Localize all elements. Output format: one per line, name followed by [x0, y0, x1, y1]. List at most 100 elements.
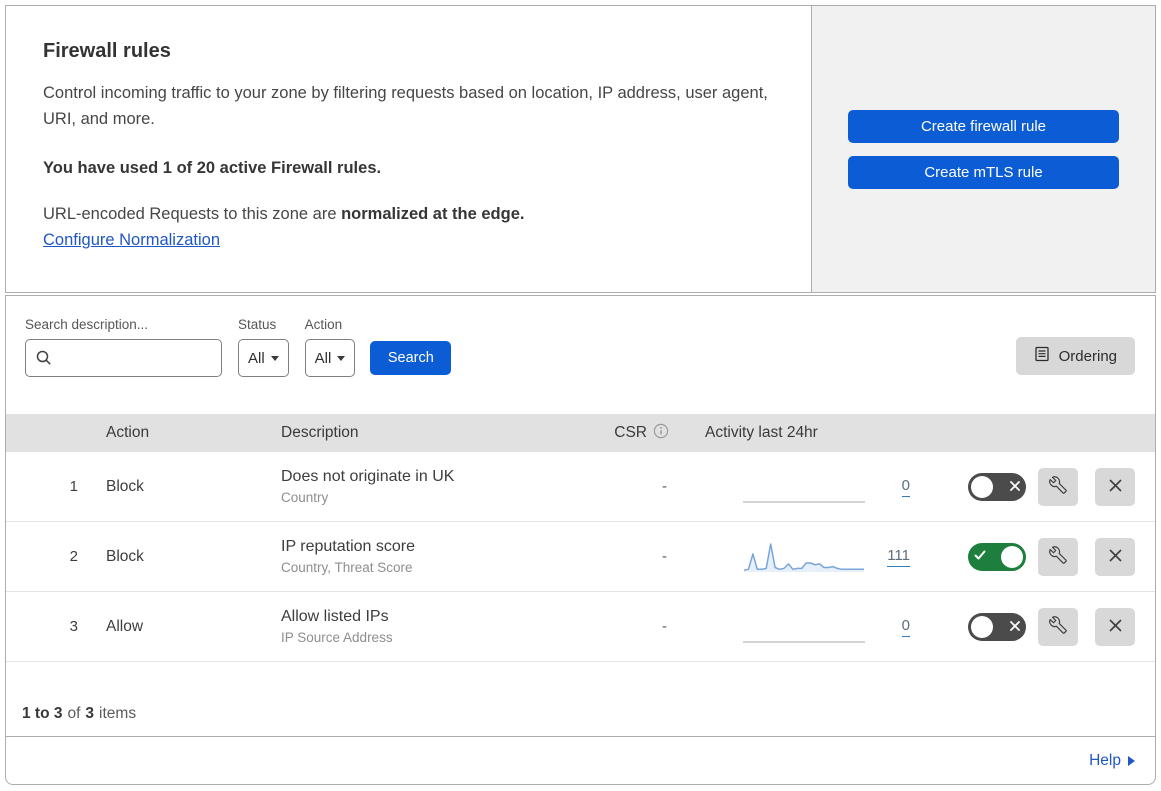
status-selected-value: All: [248, 349, 265, 367]
action-label: Action: [304, 317, 343, 332]
normalization-note: URL-encoded Requests to this zone are no…: [43, 205, 771, 224]
rule-description: IP reputation score Country, Threat Scor…: [281, 538, 601, 575]
edit-rule-button[interactable]: [1038, 607, 1078, 646]
status-group: Status All: [238, 317, 289, 377]
create-firewall-rule-button[interactable]: Create firewall rule: [848, 109, 1119, 143]
items-total: 3: [85, 705, 95, 722]
help-row: Help: [6, 736, 1155, 784]
ordering-list-icon: [1034, 346, 1050, 366]
table-row: 2 Block IP reputation score Country, Thr…: [6, 522, 1155, 592]
rule-edit-cell: [1026, 537, 1078, 576]
rule-action: Allow: [106, 617, 144, 635]
status-toggle[interactable]: [968, 612, 1026, 641]
rule-title: Allow listed IPs: [281, 608, 389, 625]
rule-edit-cell: [1026, 467, 1078, 506]
filter-bar: Search description... Status All Action …: [6, 296, 1155, 414]
activity-count-link[interactable]: 0: [901, 617, 910, 637]
status-toggle[interactable]: [968, 542, 1026, 571]
rule-title: Does not originate in UK: [281, 468, 455, 485]
firewall-rules-table-card: Search description... Status All Action …: [5, 295, 1156, 785]
rule-action: Block: [106, 477, 144, 495]
action-selected-value: All: [314, 349, 332, 367]
rule-description: Allow listed IPs IP Source Address: [281, 608, 601, 645]
rule-delete-cell: [1078, 607, 1135, 646]
actions-panel: Create firewall rule Create mTLS rule: [811, 6, 1155, 292]
items-range: 1 to 3: [22, 705, 63, 722]
create-mtls-rule-button[interactable]: Create mTLS rule: [848, 155, 1119, 189]
toggle-state-icon: [974, 548, 986, 566]
items-of: of: [67, 705, 81, 722]
chevron-down-icon: [270, 355, 279, 361]
firewall-overview-text: Firewall rules Control incoming traffic …: [6, 6, 811, 292]
rule-criteria: Country, Threat Score: [281, 560, 413, 575]
page-title: Firewall rules: [43, 40, 171, 62]
close-icon: [1108, 548, 1123, 566]
rule-edit-cell: [1026, 607, 1078, 646]
info-icon[interactable]: [653, 423, 669, 444]
status-toggle[interactable]: [968, 472, 1026, 501]
edit-rule-button[interactable]: [1038, 467, 1078, 506]
firewall-overview-card: Firewall rules Control incoming traffic …: [5, 5, 1156, 293]
help-label: Help: [1089, 751, 1121, 769]
search-icon: [36, 350, 52, 371]
usage-summary: You have used 1 of 20 active Firewall ru…: [43, 159, 382, 177]
ordering-button[interactable]: Ordering: [1015, 337, 1135, 375]
activity-sparkline: [743, 470, 865, 504]
table-row: 3 Allow Allow listed IPs IP Source Addre…: [6, 592, 1155, 662]
column-activity: Activity last 24hr: [705, 424, 818, 441]
configure-normalization-link[interactable]: Configure Normalization: [43, 231, 220, 249]
delete-rule-button[interactable]: [1095, 467, 1135, 506]
rule-priority: 2: [69, 548, 78, 565]
help-link[interactable]: Help: [1089, 752, 1135, 770]
edit-rule-button[interactable]: [1038, 537, 1078, 576]
search-input[interactable]: [25, 339, 222, 377]
chevron-down-icon: [337, 355, 346, 361]
delete-rule-button[interactable]: [1095, 607, 1135, 646]
csr-label: CSR: [614, 424, 647, 441]
column-action: Action: [106, 424, 150, 441]
column-description: Description: [281, 424, 359, 441]
rule-criteria: IP Source Address: [281, 630, 393, 645]
table-row: 1 Block Does not originate in UK Country…: [6, 452, 1155, 522]
action-group: Action All: [304, 317, 356, 377]
toggle-state-icon: [1010, 618, 1020, 636]
rule-toggle-cell: [916, 612, 1026, 641]
activity-sparkline: [743, 610, 865, 644]
close-icon: [1108, 618, 1123, 636]
activity-sparkline: [743, 540, 865, 574]
page-description: Control incoming traffic to your zone by…: [43, 84, 768, 128]
delete-rule-button[interactable]: [1095, 537, 1135, 576]
rule-delete-cell: [1078, 467, 1135, 506]
arrow-right-icon: [1128, 755, 1135, 766]
activity-count-link[interactable]: 0: [901, 477, 910, 497]
search-group: Search description...: [25, 317, 222, 377]
rule-activity-cell: 0: [671, 452, 916, 521]
column-csr: CSR: [614, 423, 671, 444]
rule-csr-value: -: [662, 478, 667, 495]
normalization-prefix: URL-encoded Requests to this zone are: [43, 205, 342, 223]
rule-priority: 1: [69, 478, 78, 495]
rule-delete-cell: [1078, 537, 1135, 576]
rule-criteria: Country: [281, 490, 329, 505]
rule-description: Does not originate in UK Country: [281, 468, 601, 505]
rule-title: IP reputation score: [281, 538, 416, 555]
rule-activity-cell: 0: [671, 592, 916, 661]
toggle-knob: [971, 615, 993, 638]
rule-activity-cell: 111: [671, 522, 916, 591]
rule-action: Block: [106, 547, 144, 565]
action-select[interactable]: All: [304, 339, 356, 377]
search-button[interactable]: Search: [370, 341, 452, 375]
ordering-label: Ordering: [1058, 347, 1117, 365]
toggle-state-icon: [1010, 478, 1020, 496]
close-icon: [1108, 478, 1123, 496]
wrench-icon: [1049, 476, 1067, 497]
rule-csr-value: -: [662, 618, 667, 635]
rule-toggle-cell: [916, 472, 1026, 501]
table-pagination-summary: 1 to 3 of 3 items: [6, 662, 1155, 736]
rule-toggle-cell: [916, 542, 1026, 571]
status-select[interactable]: All: [238, 339, 289, 377]
toggle-knob: [971, 475, 993, 498]
wrench-icon: [1049, 616, 1067, 637]
search-box: [25, 339, 222, 377]
activity-count-link[interactable]: 111: [887, 547, 910, 567]
